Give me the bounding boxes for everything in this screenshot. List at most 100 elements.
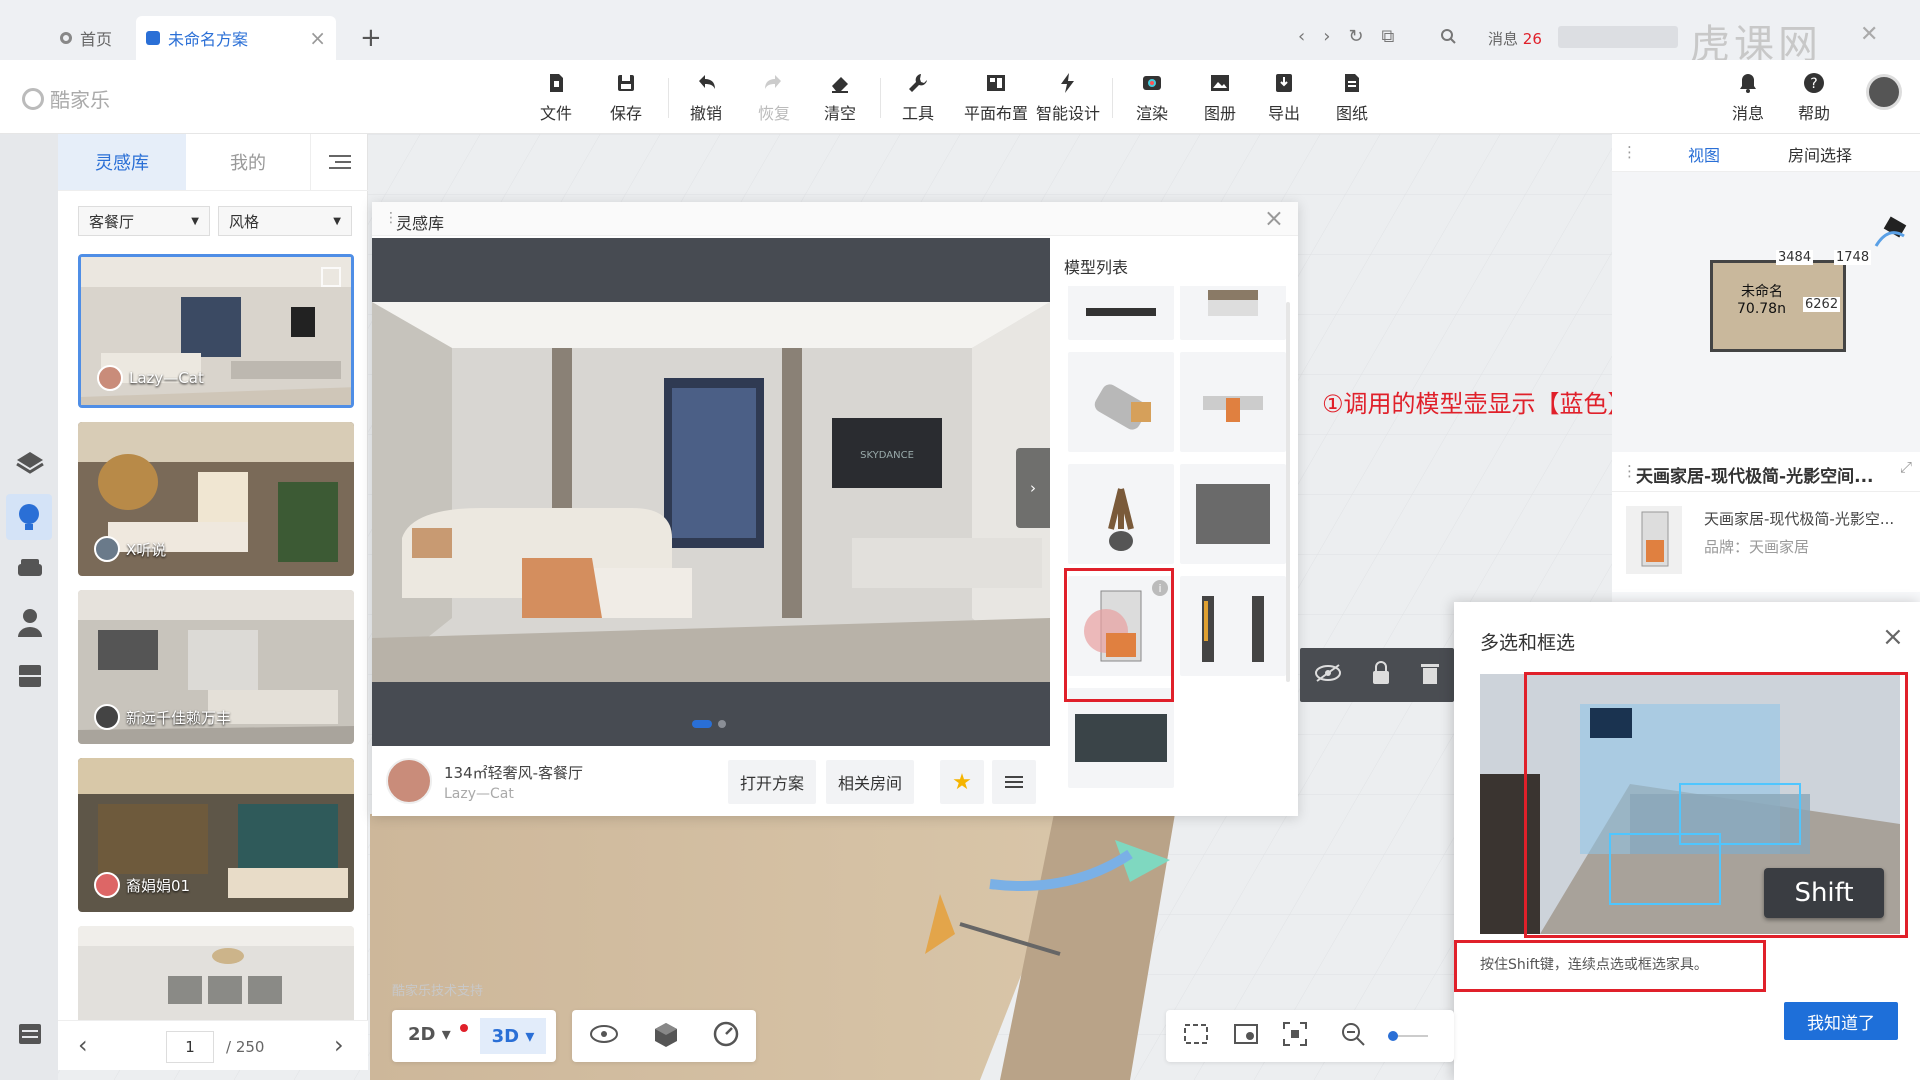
product-thumbnail[interactable]	[1626, 506, 1682, 574]
gauge-icon[interactable]	[713, 1021, 739, 1051]
zoom-out-icon[interactable]	[1340, 1021, 1366, 1051]
notifications-button[interactable]: 消息	[1716, 72, 1780, 124]
notifications-label: 消息	[1731, 104, 1764, 123]
copy-card-icon[interactable]	[321, 267, 341, 287]
drag-handle-icon[interactable]: ⋮	[1622, 462, 1637, 480]
zoom-slider-handle[interactable]	[1388, 1031, 1398, 1041]
album-button[interactable]: 图册	[1188, 72, 1252, 124]
related-rooms-button[interactable]: 相关房间	[826, 760, 914, 804]
layers-icon[interactable]	[14, 446, 46, 478]
collapse-menu-icon[interactable]	[310, 134, 368, 190]
tab-mine[interactable]: 我的	[186, 134, 310, 190]
floor-plan-button[interactable]: 平面布置	[960, 72, 1032, 124]
list-menu-icon[interactable]	[992, 760, 1036, 804]
expand-icon[interactable]: ⤢	[1900, 458, 1912, 476]
model-item[interactable]	[1068, 464, 1174, 564]
case-preview[interactable]: SKYDANCE ›	[372, 238, 1050, 746]
got-it-button[interactable]: 我知道了	[1784, 1002, 1898, 1040]
inspiration-icon[interactable]	[6, 494, 52, 540]
close-tab-icon[interactable]: ×	[309, 26, 326, 50]
forward-icon[interactable]: ›	[1323, 26, 1330, 47]
delete-trash-icon[interactable]	[1420, 661, 1440, 689]
model-item[interactable]	[1180, 352, 1286, 452]
focus-icon[interactable]	[1282, 1021, 1308, 1051]
tab-room-select[interactable]: 房间选择	[1788, 142, 1852, 166]
back-icon[interactable]: ‹	[1298, 26, 1305, 47]
inspiration-card[interactable]	[78, 926, 354, 1022]
favorite-star-icon[interactable]: ★	[940, 760, 984, 804]
tab-home-label: 首页	[80, 30, 113, 49]
export-button[interactable]: 导出	[1252, 72, 1316, 124]
tab-active-label: 未命名方案	[168, 30, 249, 49]
smart-design-button[interactable]: 智能设计	[1032, 72, 1104, 124]
inspiration-card[interactable]: X听说	[78, 422, 354, 576]
inspiration-card[interactable]: 新远千佳赖万丰	[78, 590, 354, 744]
page-input[interactable]: 1	[166, 1031, 214, 1063]
next-slide-arrow[interactable]: ›	[1016, 448, 1050, 528]
render-button[interactable]: 渲染	[1120, 72, 1184, 124]
save-button[interactable]: 保存	[594, 72, 658, 124]
hide-eye-icon[interactable]	[1314, 663, 1342, 687]
carousel-dot-active[interactable]	[692, 720, 712, 728]
model-item[interactable]	[1180, 576, 1286, 676]
messages-indicator[interactable]: 消息 26	[1488, 28, 1542, 49]
inspiration-card[interactable]: 裔娟娟01	[78, 758, 354, 912]
render-icon	[1143, 76, 1161, 90]
redo-button[interactable]: 恢复	[742, 72, 806, 124]
view-3d-button[interactable]: 3D ▾	[480, 1018, 546, 1054]
camera-tools	[1166, 1010, 1454, 1062]
copy-icon[interactable]: ⧉	[1382, 26, 1395, 47]
view-2d-button[interactable]: 2D ▾	[408, 1024, 451, 1045]
file-button[interactable]: 文件	[524, 72, 588, 124]
model-list-scrollbar[interactable]	[1286, 302, 1290, 682]
next-page-icon[interactable]: ›	[334, 1031, 344, 1059]
tab-view[interactable]: 视图	[1688, 142, 1720, 166]
room-type-select[interactable]: 客餐厅 ▼	[78, 206, 210, 236]
plan-tab-icon	[146, 31, 160, 45]
inspiration-card[interactable]: Lazy—Cat	[78, 254, 354, 408]
user-icon[interactable]	[14, 606, 46, 638]
prev-page-icon[interactable]: ‹	[78, 1031, 88, 1059]
tab-inspiration[interactable]: 灵感库	[58, 134, 186, 190]
drag-handle-icon[interactable]: ⋮	[1622, 143, 1637, 161]
close-dialog-icon[interactable]: ×	[1882, 622, 1904, 652]
furniture-icon[interactable]	[14, 552, 46, 584]
zoom-slider[interactable]	[1388, 1031, 1428, 1041]
tab-home[interactable]: 首页	[60, 22, 112, 54]
camera-settings-icon[interactable]	[1232, 1022, 1260, 1050]
style-select[interactable]: 风格 ▼	[218, 206, 352, 236]
camera-icon[interactable]	[1868, 216, 1908, 260]
user-avatar[interactable]	[1866, 74, 1902, 110]
tab-active-plan[interactable]: 未命名方案 ×	[136, 16, 336, 60]
help-button[interactable]: ? 帮助	[1782, 72, 1846, 124]
drawings-button[interactable]: 图纸	[1320, 72, 1384, 124]
model-list: i	[1062, 286, 1294, 810]
cube-view-icon[interactable]	[653, 1021, 679, 1051]
model-item[interactable]	[1068, 352, 1174, 452]
model-item[interactable]	[1180, 286, 1286, 340]
open-plan-button[interactable]: 打开方案	[728, 760, 816, 804]
tools-button[interactable]: 工具	[886, 72, 950, 124]
view-3d-label: 3D	[491, 1025, 520, 1047]
visibility-eye-icon[interactable]	[589, 1024, 619, 1048]
account-area[interactable]	[1558, 26, 1678, 48]
close-window-icon[interactable]: ✕	[1860, 22, 1878, 47]
close-popup-icon[interactable]: ×	[1264, 204, 1284, 232]
refresh-icon[interactable]: ↻	[1348, 26, 1363, 47]
model-item[interactable]	[1068, 688, 1174, 788]
menu-list-icon[interactable]	[14, 1018, 46, 1050]
model-item[interactable]	[1068, 286, 1174, 340]
new-tab-button[interactable]: +	[360, 22, 382, 54]
mini-map-room[interactable]: 未命名 70.78n 6262	[1710, 260, 1846, 352]
dimension-top-a: 3484	[1776, 250, 1814, 265]
lock-icon[interactable]	[1371, 661, 1391, 689]
clear-button[interactable]: 清空	[808, 72, 872, 124]
fit-view-icon[interactable]	[1182, 1022, 1210, 1050]
model-item[interactable]	[1180, 464, 1286, 564]
redo-icon	[765, 75, 781, 89]
undo-button[interactable]: 撤销	[674, 72, 738, 124]
mini-map[interactable]: 未命名 70.78n 6262 3484 1748	[1612, 172, 1920, 462]
search-icon[interactable]	[1440, 28, 1456, 48]
cabinet-icon[interactable]	[14, 660, 46, 692]
carousel-dot[interactable]	[718, 720, 726, 728]
